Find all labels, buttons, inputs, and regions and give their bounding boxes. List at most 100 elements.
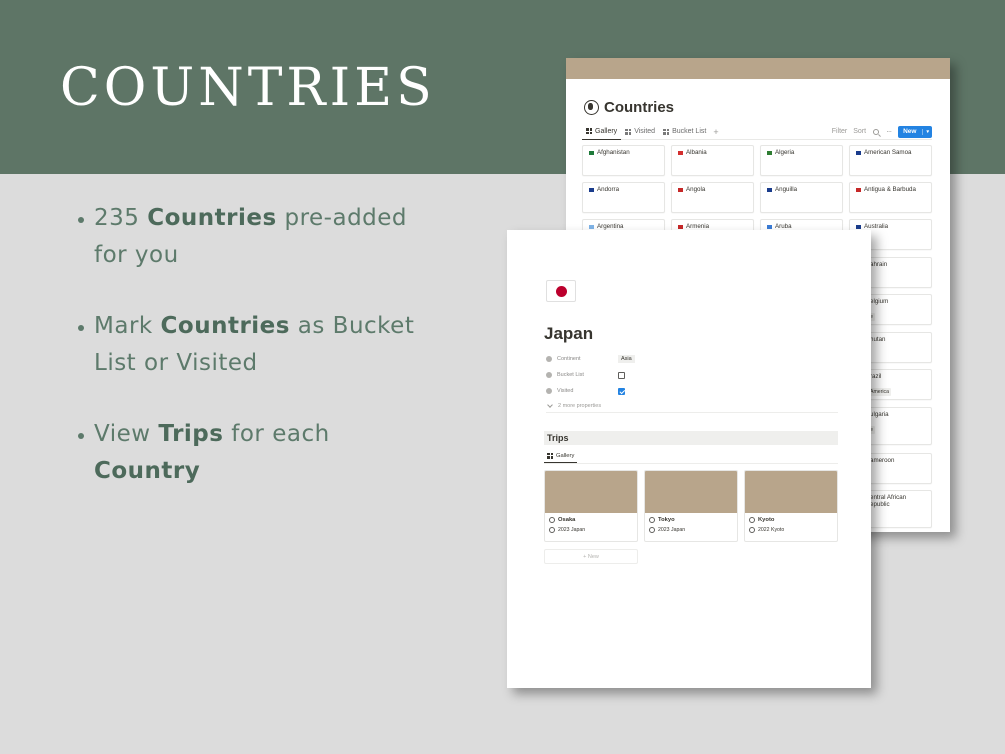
feature-bullet: Mark Countries as Bucket List or Visited	[78, 308, 438, 382]
gallery-grid-icon	[586, 128, 592, 134]
tag-icon	[546, 372, 552, 378]
tab-visited[interactable]: Visited	[621, 124, 659, 140]
trip-name-label: Tokyo	[658, 517, 675, 523]
country-name: Antigua & Barbuda	[856, 186, 925, 193]
flag-icon	[856, 187, 861, 192]
country-name: Albania	[678, 149, 747, 156]
country-name: Algeria	[767, 149, 836, 156]
tab-label: Gallery	[556, 452, 575, 459]
japan-page-window: Japan Continent Asia Bucket List Visited …	[507, 230, 871, 688]
trip-icon	[749, 517, 755, 523]
country-card[interactable]: AlgeriaAfrica	[760, 145, 843, 190]
country-card[interactable]: American SamoaOceania	[849, 145, 932, 190]
country-name: Afghanistan	[589, 149, 658, 156]
new-dropdown-caret[interactable]: ▾	[922, 128, 932, 135]
property-continent[interactable]: Continent Asia	[546, 351, 838, 367]
country-name: Angola	[678, 186, 747, 193]
country-name: Armenia	[678, 223, 747, 230]
country-card[interactable]: Antigua & BarbudaNorth America	[849, 182, 932, 227]
country-card[interactable]: AlbaniaEurope	[671, 145, 754, 190]
country-name-label: Armenia	[686, 223, 710, 230]
trip-meta: 2022 Kyoto	[745, 523, 837, 533]
country-name: Anguilla	[767, 186, 836, 193]
new-button-label: New	[903, 128, 917, 135]
country-name-label: Aruba	[775, 223, 792, 230]
japan-flag-icon[interactable]	[546, 280, 576, 302]
trip-cover	[745, 471, 837, 513]
flag-icon	[678, 150, 683, 155]
bullet-text: 235	[94, 205, 148, 231]
property-bucket-list[interactable]: Bucket List	[546, 367, 838, 383]
continent-tag: Asia	[618, 355, 635, 363]
tab-bucket-list[interactable]: Bucket List	[659, 124, 710, 140]
feature-list: 235 Countries pre-added for you Mark Cou…	[78, 200, 438, 524]
country-card[interactable]: AngolaAfrica	[671, 182, 754, 227]
country-name-label: Australia	[864, 223, 889, 230]
tab-gallery[interactable]: Gallery	[582, 124, 622, 140]
db-title: Countries	[604, 99, 675, 116]
trip-name: Kyoto	[745, 513, 837, 523]
gallery-grid-icon	[547, 452, 553, 459]
country-card[interactable]: AndorraAsia	[582, 182, 665, 227]
filter-button[interactable]: Filter	[829, 128, 851, 135]
page-title[interactable]: Japan	[544, 324, 593, 344]
tab-label: Bucket List	[672, 128, 707, 135]
trip-meta-label: 2023 Japan	[658, 527, 686, 533]
divider	[544, 463, 838, 464]
calendar-icon	[649, 527, 655, 533]
check-circle-icon	[546, 388, 552, 394]
bucket-list-checkbox[interactable]	[618, 371, 625, 379]
country-name-label: Algeria	[775, 149, 795, 156]
trip-icon	[549, 517, 555, 523]
country-name: Aruba	[767, 223, 836, 230]
trip-meta-label: 2022 Kyoto	[758, 527, 785, 533]
pin-icon	[546, 356, 552, 362]
hero-title: COUNTRIES	[60, 58, 436, 118]
trip-name: Tokyo	[645, 513, 737, 523]
flag-icon	[589, 150, 594, 155]
search-icon[interactable]	[873, 128, 880, 135]
country-name-label: Argentina	[597, 223, 624, 230]
country-name: Andorra	[589, 186, 658, 193]
new-button[interactable]: New ▾	[898, 125, 932, 138]
property-visited[interactable]: Visited	[546, 383, 838, 399]
flag-icon	[767, 187, 772, 192]
trip-cover	[545, 471, 637, 513]
tab-trips-gallery[interactable]: Gallery	[544, 449, 578, 463]
more-properties-toggle[interactable]: 2 more properties	[546, 399, 838, 413]
flag-icon	[589, 187, 594, 192]
trip-card[interactable]: Tokyo 2023 Japan	[644, 470, 738, 542]
flag-icon	[856, 224, 861, 229]
add-view-button[interactable]: +	[710, 127, 721, 137]
trip-card[interactable]: Osaka 2023 Japan	[544, 470, 638, 542]
gallery-grid-icon	[663, 128, 670, 135]
trips-heading[interactable]: Trips	[544, 431, 838, 445]
country-name-label: Albania	[686, 149, 707, 156]
db-toolbar: Gallery Visited Bucket List + Filter Sor…	[582, 124, 932, 140]
flag-icon	[856, 150, 861, 155]
property-label: Visited	[557, 388, 574, 394]
country-name-label: Anguilla	[775, 186, 798, 193]
country-card[interactable]: AnguillaNorth America	[760, 182, 843, 227]
country-name: Argentina	[589, 223, 658, 230]
trip-icon	[649, 517, 655, 523]
db-title-row: Countries	[566, 79, 950, 116]
sort-button[interactable]: Sort	[850, 128, 869, 135]
trip-card[interactable]: Kyoto 2022 Kyoto	[744, 470, 838, 542]
bullet-bold: Trips	[158, 421, 224, 447]
country-name-label: Angola	[686, 186, 706, 193]
gallery-grid-icon	[625, 128, 632, 135]
chevron-down-icon	[547, 401, 553, 408]
country-card[interactable]: AfghanistanAsia	[582, 145, 665, 190]
new-trip-button[interactable]: + New	[544, 549, 638, 564]
trip-meta: 2023 Japan	[545, 523, 637, 533]
country-name: Australia	[856, 223, 925, 230]
trip-name-label: Kyoto	[758, 517, 775, 523]
flag-icon	[767, 150, 772, 155]
more-options-icon[interactable]: ···	[883, 127, 894, 136]
country-name-label: Antigua & Barbuda	[864, 186, 916, 193]
flag-icon	[678, 224, 683, 229]
tab-label: Gallery	[595, 127, 618, 135]
country-name-label: American Samoa	[864, 149, 912, 156]
visited-checkbox[interactable]	[618, 387, 625, 395]
